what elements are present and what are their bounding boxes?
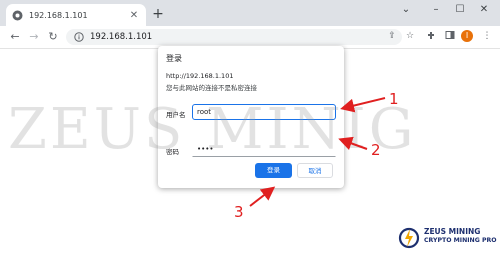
share-icon[interactable]: ⇪ — [386, 30, 398, 42]
tab-close-icon[interactable]: ✕ — [128, 10, 140, 21]
address-bar[interactable]: 192.168.1.101 — [66, 29, 402, 45]
maximize-icon[interactable]: ☐ — [452, 3, 468, 17]
back-icon[interactable]: ← — [8, 30, 22, 44]
tab-title: 192.168.1.101 — [29, 10, 88, 20]
url-text: 192.168.1.101 — [90, 32, 153, 42]
username-label: 用户名 — [166, 111, 186, 119]
connection-warning: 您与此网站的连接不是私密连接 — [166, 84, 257, 92]
cancel-button[interactable]: 取消 — [297, 163, 333, 178]
new-tab-icon[interactable]: + — [150, 6, 166, 22]
sign-in-dialog: 登录 http://192.168.1.101 您与此网站的连接不是私密连接 用… — [158, 46, 344, 188]
profile-avatar[interactable]: I — [461, 30, 473, 42]
browser-tab[interactable]: 192.168.1.101 ✕ — [6, 4, 146, 26]
annotation-number-2: 2 — [371, 141, 381, 159]
arrow-2 — [338, 136, 368, 150]
side-panel-icon[interactable] — [444, 30, 456, 42]
site-info-icon[interactable] — [74, 32, 84, 42]
minimize-icon[interactable]: – — [428, 3, 444, 17]
logo-title: ZEUS MINING — [424, 227, 481, 236]
logo-subtitle: CRYPTO MINING PRO — [424, 237, 497, 244]
tab-search-icon[interactable]: ⌄ — [398, 3, 414, 17]
dialog-title: 登录 — [166, 54, 182, 63]
arrow-1 — [340, 97, 386, 113]
tab-strip: 192.168.1.101 ✕ + ⌄ – ☐ ✕ — [0, 0, 500, 26]
arrow-3 — [249, 186, 276, 207]
extensions-icon[interactable] — [426, 30, 438, 42]
close-window-icon[interactable]: ✕ — [476, 3, 492, 17]
login-button[interactable]: 登录 — [255, 163, 292, 178]
brand-logo: ZEUS MINING CRYPTO MINING PRO — [398, 224, 498, 252]
reload-icon[interactable]: ↻ — [46, 30, 60, 44]
annotation-number-3: 3 — [234, 203, 244, 221]
forward-icon[interactable]: → — [27, 30, 41, 44]
password-field[interactable]: •••• — [192, 141, 336, 157]
password-label: 密码 — [166, 148, 179, 156]
username-field[interactable]: root — [192, 104, 336, 120]
bookmark-star-icon[interactable]: ☆ — [404, 30, 416, 42]
chrome-favicon — [12, 10, 23, 21]
annotation-number-1: 1 — [389, 90, 399, 108]
lightning-logo-icon — [398, 227, 420, 249]
dialog-url: http://192.168.1.101 — [166, 72, 234, 80]
menu-kebab-icon[interactable]: ⋮ — [481, 30, 493, 42]
